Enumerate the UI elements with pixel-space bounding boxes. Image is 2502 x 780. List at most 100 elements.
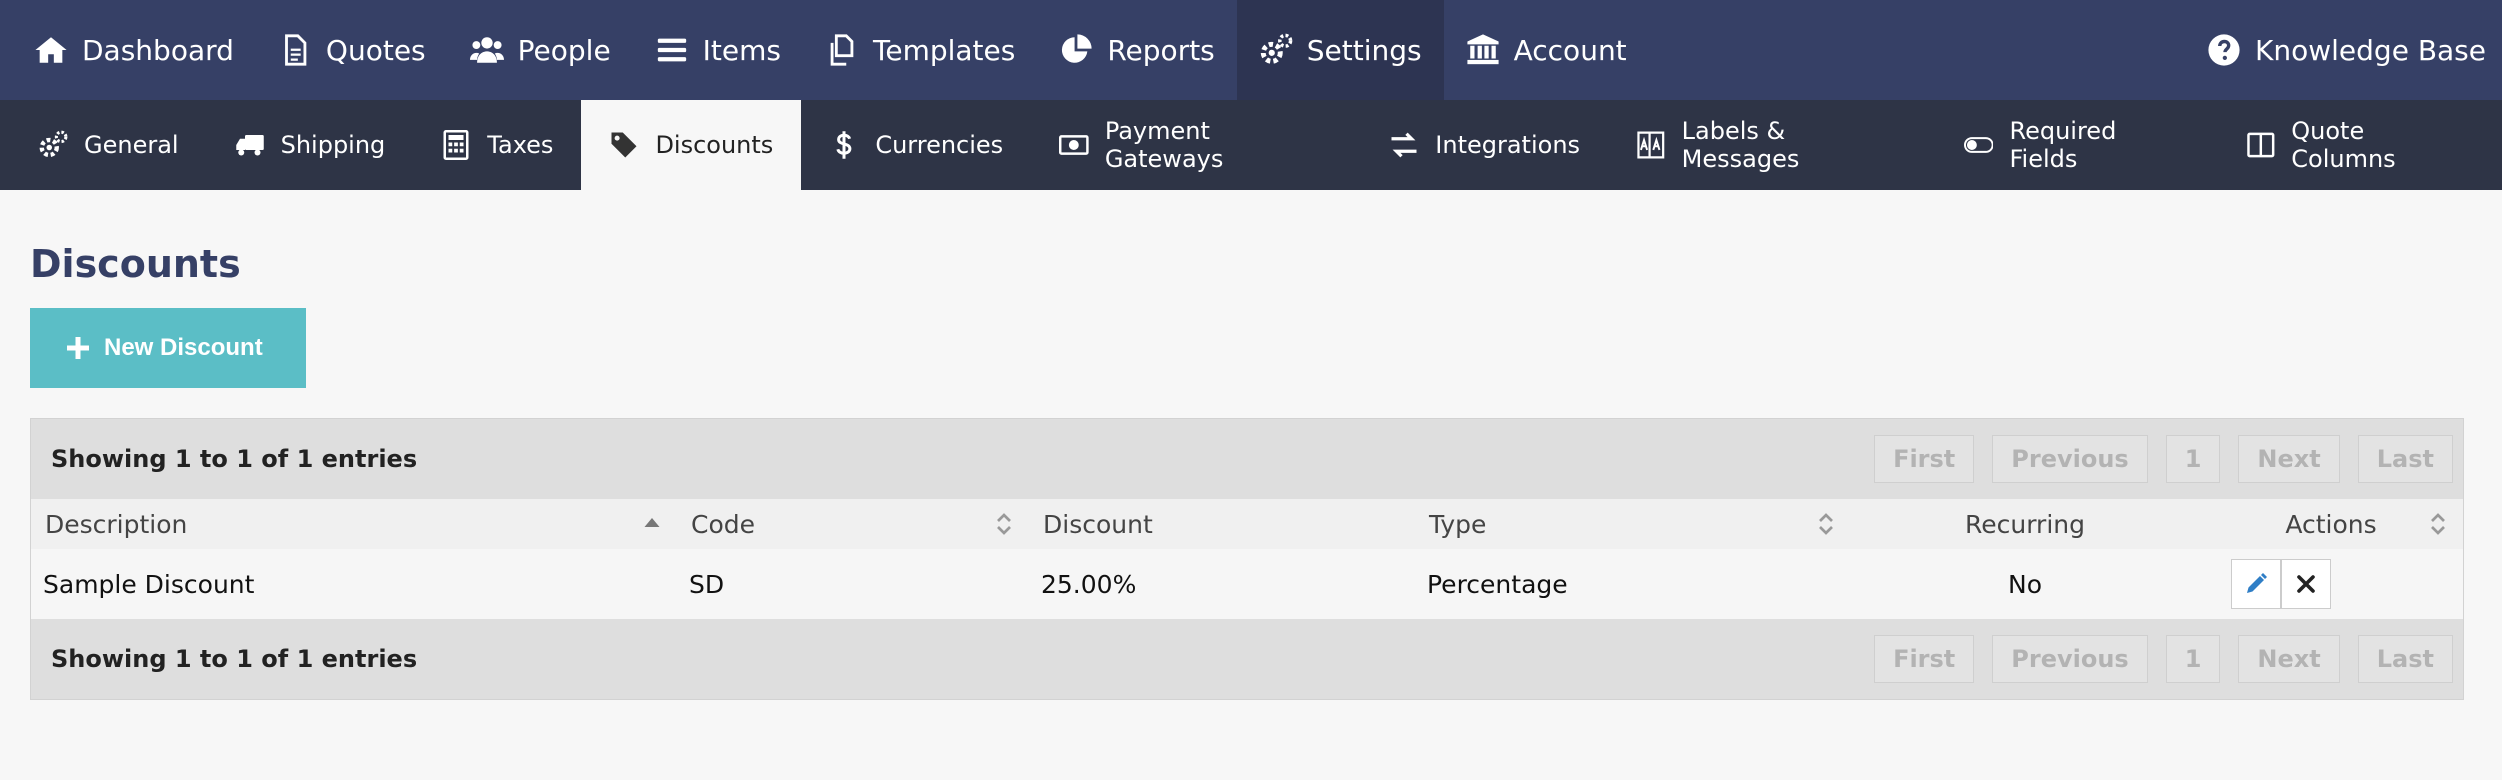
users-icon: [469, 37, 504, 63]
truck-icon: [235, 135, 264, 156]
pie-chart-icon: [1062, 34, 1092, 63]
discounts-table-panel: Showing 1 to 1 of 1 entries First Previo…: [30, 418, 2464, 700]
nav-people[interactable]: People: [448, 0, 633, 100]
subnav-general-label: General: [84, 131, 179, 159]
cell-description: Sample Discount: [31, 549, 677, 619]
nav-templates[interactable]: Templates: [803, 0, 1037, 100]
subnav-quote-columns[interactable]: Quote Columns: [2218, 100, 2502, 190]
column-actions-label: Actions: [2285, 509, 2377, 539]
pager-previous-button[interactable]: Previous: [1992, 435, 2148, 483]
subnav-shipping-label: Shipping: [280, 131, 386, 159]
cell-discount: 25.00%: [1029, 549, 1415, 619]
nav-knowledge-base[interactable]: Knowledge Base: [2185, 0, 2502, 100]
column-header-description[interactable]: Description: [31, 499, 677, 549]
money-icon: [1059, 135, 1089, 155]
sort-ascending-icon: [644, 518, 660, 527]
pager-page-button[interactable]: 1: [2165, 435, 2221, 483]
nav-items[interactable]: Items: [633, 0, 803, 100]
copy-icon: [830, 34, 854, 66]
subnav-discounts-label: Discounts: [655, 131, 774, 159]
subnav-shipping[interactable]: Shipping: [207, 100, 414, 190]
cell-actions: [2199, 549, 2463, 619]
table-row: Sample Discount SD 25.00% Percentage No: [31, 549, 2463, 619]
bank-icon: [1467, 34, 1499, 65]
subnav-integrations[interactable]: Integrations: [1361, 100, 1608, 190]
column-header-actions[interactable]: Actions: [2199, 499, 2463, 549]
subnav-general[interactable]: General: [0, 100, 207, 190]
toggle-icon: [1963, 137, 1994, 153]
subnav-labels-messages[interactable]: Labels & Messages: [1608, 100, 1936, 190]
nav-people-label: People: [517, 33, 611, 67]
nav-settings[interactable]: Settings: [1236, 0, 1444, 100]
column-header-discount[interactable]: Discount: [1029, 499, 1415, 549]
settings-sub-nav: General Shipping Taxes Discounts Currenc…: [0, 100, 2502, 190]
pager-last-button[interactable]: Last: [2357, 635, 2453, 683]
subnav-required-fields[interactable]: Required Fields: [1936, 100, 2218, 190]
columns-icon: [2246, 132, 2275, 158]
subnav-discounts[interactable]: Discounts: [581, 100, 802, 190]
nav-quotes-label: Quotes: [325, 33, 426, 67]
pager-last-button[interactable]: Last: [2357, 435, 2453, 483]
column-description-label: Description: [45, 509, 188, 539]
top-nav-main: Dashboard Quotes People Items Templates …: [0, 0, 1649, 100]
nav-reports-label: Reports: [1107, 33, 1215, 67]
table-header-row: Description Code Discount Type Recurring…: [31, 499, 2463, 549]
pager-next-button[interactable]: Next: [2238, 435, 2340, 483]
nav-quotes[interactable]: Quotes: [256, 0, 448, 100]
pagination-top: First Previous 1 Next Last: [1874, 435, 2453, 483]
nav-dashboard[interactable]: Dashboard: [0, 0, 256, 100]
edit-button[interactable]: [2231, 559, 2281, 609]
list-icon: [657, 38, 686, 62]
column-recurring-label: Recurring: [1965, 509, 2085, 539]
subnav-required-fields-label: Required Fields: [2009, 117, 2117, 173]
row-actions: [2211, 559, 2451, 609]
top-nav-right: Knowledge Base: [2185, 0, 2502, 100]
new-discount-button[interactable]: New Discount: [30, 308, 306, 388]
pager-next-button[interactable]: Next: [2238, 635, 2340, 683]
entries-info-top: Showing 1 to 1 of 1 entries: [51, 445, 418, 473]
subnav-taxes-label: Taxes: [487, 131, 554, 159]
subnav-currencies-label: Currencies: [875, 131, 1004, 159]
cell-type: Percentage: [1415, 549, 1851, 619]
nav-account[interactable]: Account: [1444, 0, 1649, 100]
document-icon: [285, 34, 307, 66]
plus-icon: [67, 337, 89, 359]
dollar-icon: [836, 131, 852, 159]
tag-icon: [611, 132, 637, 158]
nav-dashboard-label: Dashboard: [82, 33, 234, 67]
subnav-payment-gateways[interactable]: Payment Gateways: [1031, 100, 1361, 190]
subnav-payment-gateways-label: Payment Gateways: [1104, 117, 1224, 173]
delete-button[interactable]: [2281, 559, 2331, 609]
column-header-type[interactable]: Type: [1415, 499, 1851, 549]
nav-knowledge-base-label: Knowledge Base: [2255, 33, 2486, 67]
subnav-quote-columns-label: Quote Columns: [2291, 117, 2396, 173]
nav-account-label: Account: [1513, 33, 1627, 67]
language-icon: [1637, 131, 1665, 159]
subnav-integrations-label: Integrations: [1435, 131, 1581, 159]
column-header-code[interactable]: Code: [677, 499, 1029, 549]
subnav-currencies[interactable]: Currencies: [801, 100, 1031, 190]
calculator-icon: [443, 130, 469, 160]
nav-items-label: Items: [702, 33, 781, 67]
subnav-taxes[interactable]: Taxes: [413, 100, 581, 190]
column-code-label: Code: [691, 509, 756, 539]
column-header-recurring[interactable]: Recurring: [1851, 499, 2199, 549]
pager-previous-button[interactable]: Previous: [1992, 635, 2148, 683]
gears-icon: [1260, 33, 1293, 64]
sort-icon: [1819, 513, 1833, 535]
subnav-labels-messages-label: Labels & Messages: [1681, 117, 1800, 173]
pencil-icon: [2247, 573, 2267, 593]
sort-icon: [997, 513, 1011, 535]
nav-reports[interactable]: Reports: [1037, 0, 1236, 100]
nav-templates-label: Templates: [873, 33, 1016, 67]
sort-icon: [2431, 513, 2445, 535]
main-content: Discounts New Discount Showing 1 to 1 of…: [0, 190, 2502, 700]
pager-first-button[interactable]: First: [1874, 635, 1975, 683]
pager-page-button[interactable]: 1: [2165, 635, 2221, 683]
cell-recurring: No: [1851, 549, 2199, 619]
column-discount-label: Discount: [1043, 509, 1153, 539]
gears-icon: [39, 130, 68, 158]
pager-first-button[interactable]: First: [1874, 435, 1975, 483]
table-pager-top: Showing 1 to 1 of 1 entries First Previo…: [31, 419, 2463, 499]
exchange-icon: [1391, 132, 1417, 158]
